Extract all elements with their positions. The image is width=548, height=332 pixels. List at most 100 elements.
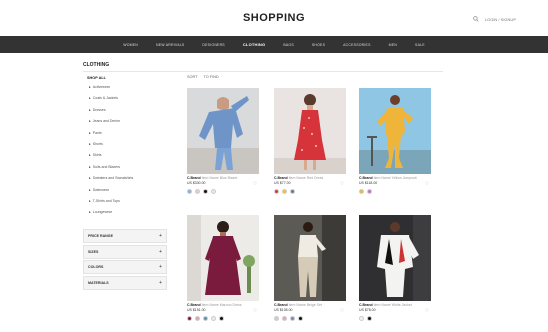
filter-label: PRICE RANGE bbox=[88, 234, 113, 238]
sidebar-item[interactable]: ▸ Shorts bbox=[83, 139, 167, 150]
sidebar-item-label: Swimwear bbox=[92, 187, 109, 192]
product-image[interactable] bbox=[187, 215, 259, 301]
product-image[interactable] bbox=[274, 215, 346, 301]
nav-item-accessories[interactable]: ACCESSORIES bbox=[334, 43, 380, 47]
sort-label: SORT bbox=[187, 75, 198, 79]
nav-item-designers[interactable]: DESIGNERS bbox=[193, 43, 233, 47]
sidebar-item[interactable]: ▸ Sweaters and Sweatshirts bbox=[83, 173, 167, 184]
caret-right-icon: ▸ bbox=[89, 96, 91, 101]
site-logo[interactable]: SHOPPING bbox=[0, 12, 548, 24]
color-swatch[interactable] bbox=[298, 316, 303, 321]
product-image[interactable] bbox=[359, 215, 431, 301]
sort-select[interactable]: TO FIND bbox=[203, 75, 218, 79]
heart-icon[interactable]: ♡ bbox=[340, 181, 344, 187]
product-title[interactable]: C.Brand Item Name Red Dress bbox=[274, 176, 346, 180]
plus-icon: + bbox=[159, 280, 162, 287]
product-image[interactable] bbox=[274, 88, 346, 174]
color-swatch[interactable] bbox=[211, 316, 216, 321]
product-brand: C.Brand bbox=[187, 176, 201, 180]
sidebar-item[interactable]: ▸ Suits and Blazers bbox=[83, 162, 167, 173]
sidebar-item-label: Sweaters and Sweatshirts bbox=[92, 176, 134, 181]
product-name: Item Name Maroon Dress bbox=[201, 303, 242, 307]
color-swatch[interactable] bbox=[187, 189, 192, 194]
swatch-row bbox=[187, 316, 259, 321]
caret-right-icon: ▸ bbox=[89, 176, 91, 181]
product-card[interactable]: C.Brand Item Name Maroon Dress US $151.00… bbox=[187, 215, 259, 321]
color-swatch[interactable] bbox=[203, 316, 208, 321]
color-swatch[interactable] bbox=[367, 316, 372, 321]
color-swatch[interactable] bbox=[211, 189, 216, 194]
heart-icon[interactable]: ♡ bbox=[253, 308, 257, 314]
nav-item-sale[interactable]: SALE bbox=[406, 43, 434, 47]
color-swatch[interactable] bbox=[195, 316, 200, 321]
nav-item-bags[interactable]: BAGS bbox=[274, 43, 303, 47]
sidebar-item[interactable]: ▸ Coats & Jackets bbox=[83, 93, 167, 104]
product-card[interactable]: C.Brand Item Name Yellow Jumpsuit US $118… bbox=[359, 88, 431, 194]
sidebar-item[interactable]: ▸ Pants bbox=[83, 128, 167, 139]
color-swatch[interactable] bbox=[290, 316, 295, 321]
product-name: Item Name Red Dress bbox=[288, 176, 324, 180]
plus-icon: + bbox=[159, 264, 162, 271]
product-price: US $118.00 bbox=[359, 181, 378, 185]
color-swatch[interactable] bbox=[359, 189, 364, 194]
heart-icon[interactable]: ♡ bbox=[340, 308, 344, 314]
color-swatch[interactable] bbox=[203, 189, 208, 194]
heart-icon[interactable]: ♡ bbox=[425, 181, 429, 187]
product-card[interactable]: C.Brand Item Name Blue Blazer US $330.00 ♡ bbox=[187, 88, 259, 194]
product-card[interactable]: C.Brand Item Name White Jacket US $78.00 ♡ bbox=[359, 215, 431, 321]
color-swatch[interactable] bbox=[282, 316, 287, 321]
nav-item-shoes[interactable]: SHOES bbox=[303, 43, 334, 47]
filter-panel: PRICE RANGE + SIZES + COLORS + MATERIALS + bbox=[83, 229, 167, 292]
page: SHOPPING LOGIN / SIGNUP WOMEN NEW ARRIVAL… bbox=[0, 0, 548, 332]
product-title[interactable]: C.Brand Item Name Maroon Dress bbox=[187, 303, 259, 307]
account-link[interactable]: LOGIN / SIGNUP bbox=[485, 17, 516, 22]
sidebar-item[interactable]: ▸ Dresses bbox=[83, 105, 167, 116]
product-image[interactable] bbox=[187, 88, 259, 174]
color-swatch[interactable] bbox=[367, 189, 372, 194]
heart-icon[interactable]: ♡ bbox=[425, 308, 429, 314]
color-swatch[interactable] bbox=[290, 189, 295, 194]
filter-accordion[interactable]: COLORS + bbox=[83, 260, 167, 275]
product-brand: C.Brand bbox=[359, 303, 373, 307]
color-swatch[interactable] bbox=[359, 316, 364, 321]
product-price: US $330.00 bbox=[187, 181, 206, 185]
sidebar-item[interactable]: ▸ Swimwear bbox=[83, 185, 167, 196]
sidebar-item-label: Dresses bbox=[92, 107, 106, 112]
caret-right-icon: ▸ bbox=[89, 187, 91, 192]
sidebar-item[interactable]: ▸ Activewear bbox=[83, 82, 167, 93]
product-title[interactable]: C.Brand Item Name Blue Blazer bbox=[187, 176, 259, 180]
sidebar-heading[interactable]: SHOP ALL bbox=[83, 74, 167, 82]
sidebar-item[interactable]: ▸ Loungewear bbox=[83, 207, 167, 218]
nav-item-men[interactable]: MEN bbox=[380, 43, 406, 47]
sidebar-item-label: Loungewear bbox=[92, 210, 113, 215]
search-icon[interactable] bbox=[473, 16, 479, 22]
nav-item-new-arrivals[interactable]: NEW ARRIVALS bbox=[147, 43, 193, 47]
product-brand: C.Brand bbox=[359, 176, 373, 180]
product-title[interactable]: C.Brand Item Name Beige Set bbox=[274, 303, 346, 307]
filter-accordion[interactable]: PRICE RANGE + bbox=[83, 229, 167, 243]
sidebar-item[interactable]: ▸ Jeans and Denim bbox=[83, 116, 167, 127]
product-brand: C.Brand bbox=[274, 303, 288, 307]
color-swatch[interactable] bbox=[282, 189, 287, 194]
color-swatch[interactable] bbox=[219, 316, 224, 321]
color-swatch[interactable] bbox=[195, 189, 200, 194]
nav-item-women[interactable]: WOMEN bbox=[114, 43, 147, 47]
product-title[interactable]: C.Brand Item Name Yellow Jumpsuit bbox=[359, 176, 431, 180]
nav-item-clothing[interactable]: CLOTHING bbox=[234, 42, 275, 47]
product-card[interactable]: C.Brand Item Name Red Dress US $77.00 ♡ bbox=[274, 88, 346, 194]
sidebar-item[interactable]: ▸ T-Shirts and Tops bbox=[83, 196, 167, 207]
product-title[interactable]: C.Brand Item Name White Jacket bbox=[359, 303, 431, 307]
swatch-row bbox=[359, 189, 431, 194]
product-price: US $77.00 bbox=[274, 181, 291, 185]
heart-icon[interactable]: ♡ bbox=[253, 181, 257, 187]
sidebar-item[interactable]: ▸ Skirts bbox=[83, 150, 167, 161]
color-swatch[interactable] bbox=[274, 316, 279, 321]
filter-accordion[interactable]: SIZES + bbox=[83, 244, 167, 259]
filter-accordion[interactable]: MATERIALS + bbox=[83, 276, 167, 291]
color-swatch[interactable] bbox=[274, 189, 279, 194]
color-swatch[interactable] bbox=[187, 316, 192, 321]
product-image[interactable] bbox=[359, 88, 431, 174]
product-name: Item Name Yellow Jumpsuit bbox=[373, 176, 417, 180]
product-card[interactable]: C.Brand Item Name Beige Set US $105.00 ♡ bbox=[274, 215, 346, 321]
caret-right-icon: ▸ bbox=[89, 164, 91, 169]
